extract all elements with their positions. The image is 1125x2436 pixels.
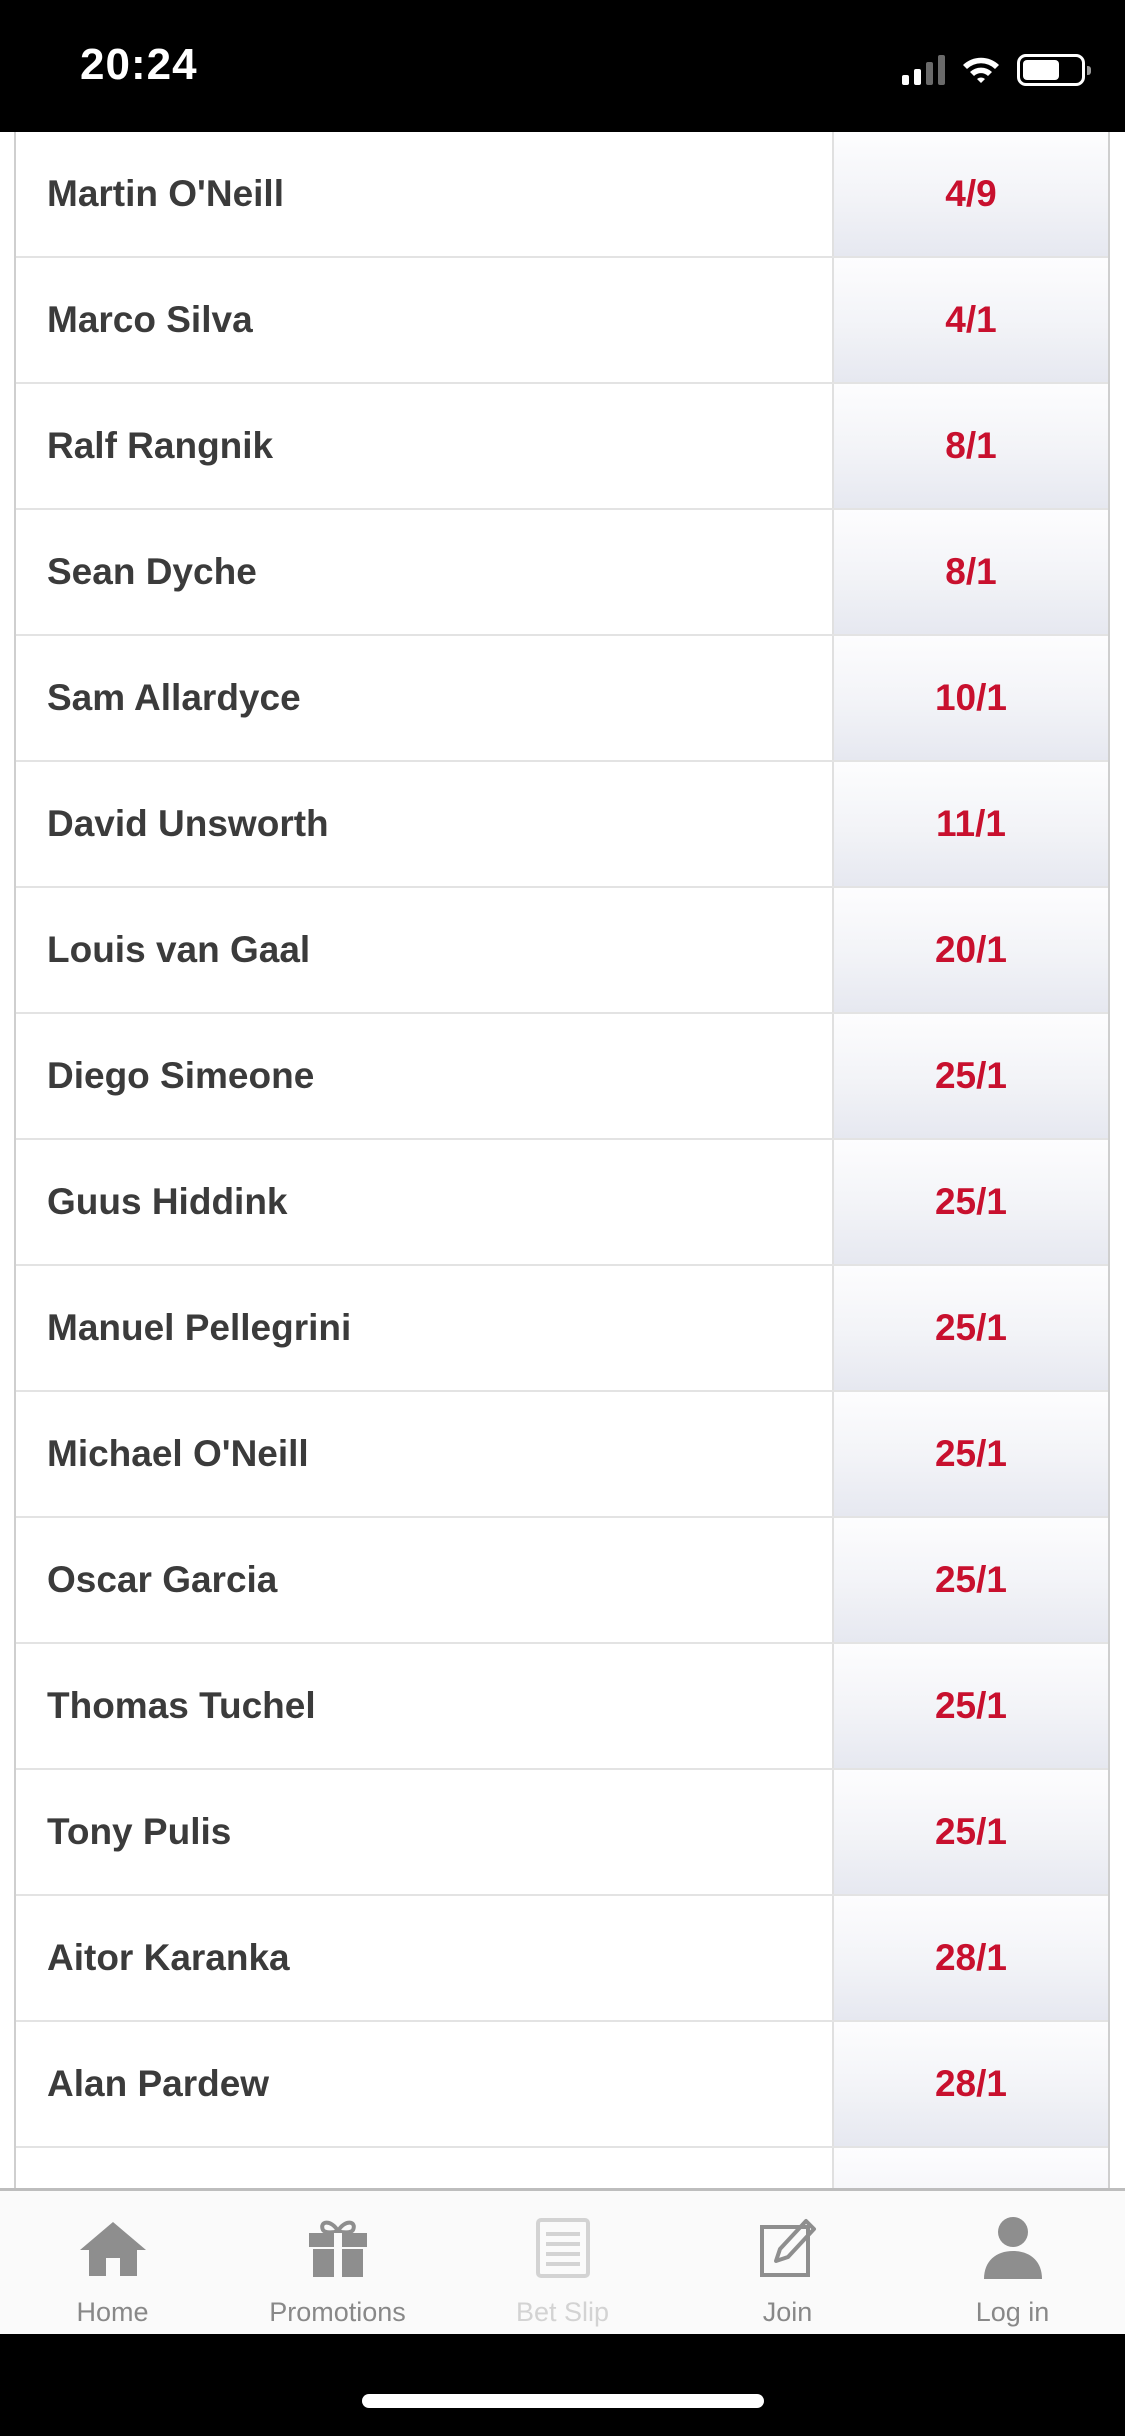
selection-row: Ralf Rangnik 8/1: [16, 384, 1108, 510]
wifi-icon: [961, 55, 1001, 85]
selection-name: Thomas Tuchel: [16, 1644, 834, 1768]
battery-icon: [1017, 54, 1091, 86]
selection-row: Manuel Pellegrini 25/1: [16, 1266, 1108, 1392]
selection-row: Michael O'Neill 25/1: [16, 1392, 1108, 1518]
tab-join-label: Join: [762, 2297, 813, 2327]
odds-button[interactable]: 8/1: [834, 510, 1108, 634]
selection-name: Diego Simeone: [16, 1014, 834, 1138]
odds-button[interactable]: 20/1: [834, 888, 1108, 1012]
tab-bet-slip-label: Bet Slip: [515, 2297, 610, 2327]
odds-button[interactable]: 25/1: [834, 1014, 1108, 1138]
odds-button[interactable]: 25/1: [834, 1644, 1108, 1768]
selection-row: David Unsworth 11/1: [16, 762, 1108, 888]
selection-row: Alan Pardew 28/1: [16, 2022, 1108, 2148]
odds-button[interactable]: 4/1: [834, 258, 1108, 382]
odds-button[interactable]: 10/1: [834, 636, 1108, 760]
content-area: Martin O'Neill 4/9 Marco Silva 4/1 Ralf Rang…: [0, 132, 1125, 2188]
selection-row: Sam Allardyce 10/1: [16, 636, 1108, 762]
tab-join[interactable]: Join: [675, 2191, 900, 2334]
selection-row: [16, 2148, 1108, 2188]
selection-row: Thomas Tuchel 25/1: [16, 1644, 1108, 1770]
tab-login-label: Log in: [975, 2297, 1050, 2327]
selection-name: Oscar Garcia: [16, 1518, 834, 1642]
odds-button[interactable]: 28/1: [834, 1896, 1108, 2020]
odds-button[interactable]: 25/1: [834, 1140, 1108, 1264]
selection-name: Tony Pulis: [16, 1770, 834, 1894]
home-icon: [78, 2213, 148, 2283]
odds-button[interactable]: 25/1: [834, 1392, 1108, 1516]
selection-name: Manuel Pellegrini: [16, 1266, 834, 1390]
odds-button[interactable]: 25/1: [834, 1770, 1108, 1894]
selection-name: Sean Dyche: [16, 510, 834, 634]
selection-name: David Unsworth: [16, 762, 834, 886]
selection-row: Louis van Gaal 20/1: [16, 888, 1108, 1014]
selection-row: Guus Hiddink 25/1: [16, 1140, 1108, 1266]
status-time: 20:24: [80, 40, 198, 89]
selection-name: Marco Silva: [16, 258, 834, 382]
market-list: Martin O'Neill 4/9 Marco Silva 4/1 Ralf Rang…: [14, 132, 1110, 2188]
odds-button[interactable]: [834, 2148, 1108, 2188]
tab-promotions[interactable]: Promotions: [225, 2191, 450, 2334]
tab-home-label: Home: [76, 2297, 149, 2327]
home-indicator[interactable]: [362, 2394, 764, 2408]
selection-row: Oscar Garcia 25/1: [16, 1518, 1108, 1644]
odds-button[interactable]: 4/9: [834, 132, 1108, 256]
selection-row: Martin O'Neill 4/9: [16, 132, 1108, 258]
status-icons: [902, 50, 1091, 90]
selection-name: Martin O'Neill: [16, 132, 834, 256]
tab-login[interactable]: Log in: [900, 2191, 1125, 2334]
selection-row: Aitor Karanka 28/1: [16, 1896, 1108, 2022]
selection-name: [16, 2148, 834, 2188]
selection-name: Guus Hiddink: [16, 1140, 834, 1264]
user-icon: [982, 2213, 1044, 2283]
selection-name: Aitor Karanka: [16, 1896, 834, 2020]
join-icon: [758, 2213, 818, 2283]
selection-row: Sean Dyche 8/1: [16, 510, 1108, 636]
selection-name: Ralf Rangnik: [16, 384, 834, 508]
selection-name: Sam Allardyce: [16, 636, 834, 760]
selection-name: Michael O'Neill: [16, 1392, 834, 1516]
tab-bet-slip[interactable]: Bet Slip: [450, 2191, 675, 2334]
tab-home[interactable]: Home: [0, 2191, 225, 2334]
home-indicator-area: [0, 2334, 1125, 2436]
odds-button[interactable]: 11/1: [834, 762, 1108, 886]
cellular-signal-icon: [902, 55, 945, 85]
odds-button[interactable]: 25/1: [834, 1266, 1108, 1390]
gift-icon: [307, 2213, 369, 2283]
selection-row: Diego Simeone 25/1: [16, 1014, 1108, 1140]
selection-row: Marco Silva 4/1: [16, 258, 1108, 384]
odds-button[interactable]: 8/1: [834, 384, 1108, 508]
odds-button[interactable]: 25/1: [834, 1518, 1108, 1642]
tab-promotions-label: Promotions: [269, 2297, 406, 2327]
bet-slip-icon: [535, 2213, 591, 2283]
odds-button[interactable]: 28/1: [834, 2022, 1108, 2146]
selection-row: Tony Pulis 25/1: [16, 1770, 1108, 1896]
selection-name: Louis van Gaal: [16, 888, 834, 1012]
tab-bar: Home Promotions Bet Slip Join Log in: [0, 2188, 1125, 2334]
selection-name: Alan Pardew: [16, 2022, 834, 2146]
status-bar: 20:24: [0, 0, 1125, 132]
